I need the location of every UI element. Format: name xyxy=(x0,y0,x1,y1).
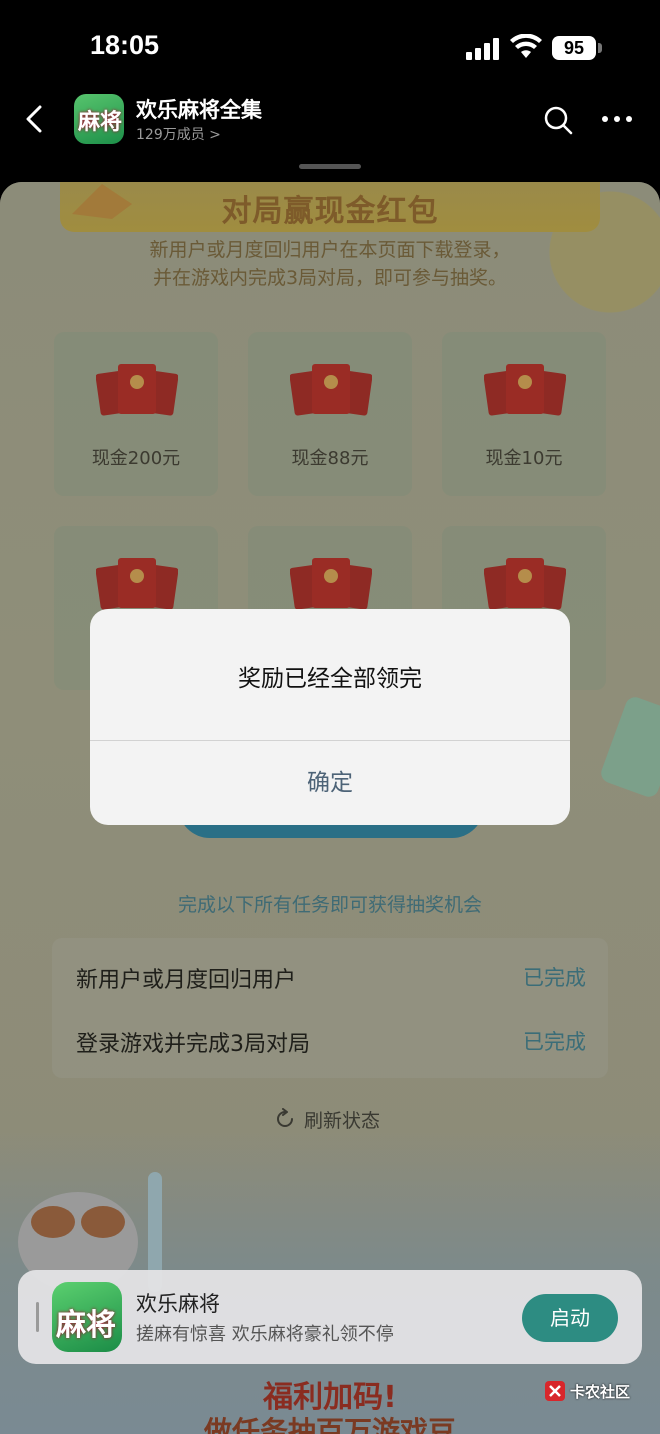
drag-handle[interactable] xyxy=(36,1302,39,1332)
sheet-handle[interactable] xyxy=(299,164,361,169)
red-envelope-icon xyxy=(290,558,372,610)
task-status: 已完成 xyxy=(523,1030,586,1054)
reward-card-10: 现金10元 xyxy=(442,332,606,496)
confirm-button[interactable]: 确定 xyxy=(90,741,570,825)
app-icon: 麻将 xyxy=(52,1282,122,1352)
battery-icon: 95 xyxy=(552,36,596,60)
status-time: 18:05 xyxy=(90,30,160,60)
refresh-icon xyxy=(277,1108,293,1127)
avatar-logo-text: 麻将 xyxy=(78,109,123,135)
task-row: 新用户或月度回归用户 已完成 xyxy=(76,962,586,1002)
refresh-label: 刷新状态 xyxy=(304,1110,381,1132)
red-envelope-icon xyxy=(484,364,566,416)
reward-label: 现金88元 xyxy=(291,448,369,469)
task-label: 登录游戏并完成3局对局 xyxy=(76,1032,310,1057)
watermark: 卡农社区 xyxy=(544,1378,644,1404)
group-header: 麻将 欢乐麻将全集 129万成员 > xyxy=(0,86,660,166)
more-options-icon[interactable] xyxy=(600,114,634,124)
back-chevron-icon[interactable] xyxy=(20,104,48,134)
wifi-icon xyxy=(510,34,542,58)
app-name: 欢乐麻将 xyxy=(136,1292,220,1316)
banner-title: 对局赢现金红包 xyxy=(221,194,439,229)
bottom-banner-subtitle: 做任务抽百万游戏豆 xyxy=(203,1415,456,1434)
task-hint: 完成以下所有任务即可获得抽奖机会 xyxy=(177,894,482,916)
activity-intro: 新用户或月度回归用户在本页面下载登录， 并在游戏内完成3局对局，即可参与抽奖。 xyxy=(0,236,660,292)
red-envelope-icon xyxy=(96,558,178,610)
reward-card-200: 现金200元 xyxy=(54,332,218,496)
alert-message: 奖励已经全部领完 xyxy=(238,666,422,692)
task-status: 已完成 xyxy=(523,966,586,990)
alert-dialog: 奖励已经全部领完 确定 xyxy=(90,609,570,825)
cellular-signal-icon xyxy=(466,38,499,60)
reward-label: 现金200元 xyxy=(91,448,181,469)
launch-button[interactable]: 启动 xyxy=(522,1294,618,1342)
task-row: 登录游戏并完成3局对局 已完成 xyxy=(76,1026,586,1066)
app-slogan: 搓麻有惊喜 欢乐麻将豪礼领不停 xyxy=(136,1324,394,1345)
app-launch-card[interactable]: 麻将 欢乐麻将 搓麻有惊喜 欢乐麻将豪礼领不停 启动 xyxy=(18,1270,642,1364)
reward-label: 现金10元 xyxy=(485,448,563,469)
status-bar: 18:05 95 xyxy=(0,0,660,96)
battery-tip xyxy=(598,43,602,53)
member-count-link[interactable]: 129万成员 > xyxy=(136,124,221,144)
red-envelope-icon xyxy=(96,364,178,416)
task-list: 新用户或月度回归用户 已完成 登录游戏并完成3局对局 已完成 xyxy=(52,938,608,1078)
intro-line-1: 新用户或月度回归用户在本页面下载登录， xyxy=(149,239,511,261)
reward-card-88: 现金88元 xyxy=(248,332,412,496)
community-logo-icon xyxy=(545,1381,565,1401)
intro-line-2: 并在游戏内完成3局对局，即可参与抽奖。 xyxy=(152,267,508,289)
task-label: 新用户或月度回归用户 xyxy=(76,968,297,993)
group-avatar[interactable]: 麻将 xyxy=(74,94,124,144)
red-envelope-icon xyxy=(484,558,566,610)
search-icon[interactable] xyxy=(542,104,574,136)
group-title[interactable]: 欢乐麻将全集 xyxy=(136,94,262,124)
red-envelope-icon xyxy=(290,364,372,416)
watermark-text: 卡农社区 xyxy=(570,1383,631,1401)
app-icon-logo-text: 麻将 xyxy=(56,1308,116,1343)
